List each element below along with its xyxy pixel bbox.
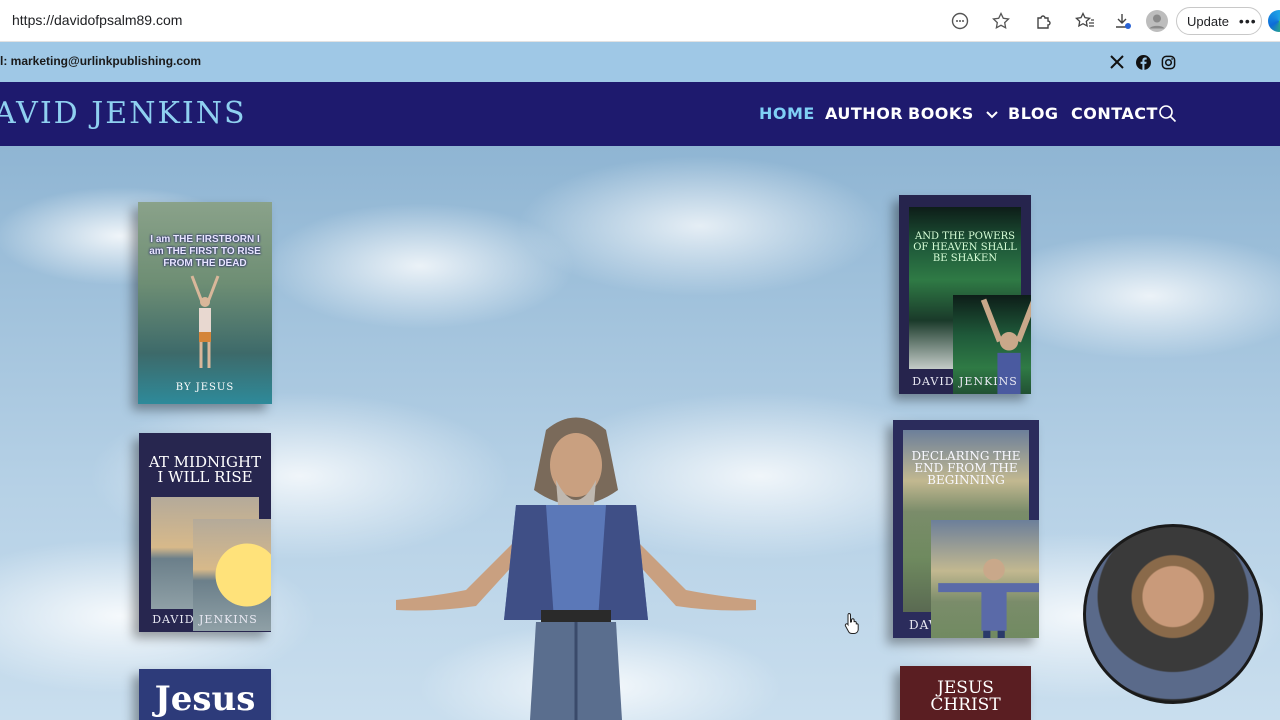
nav-books-label: BOOKS [908, 104, 974, 123]
nav-books[interactable]: BOOKS [908, 104, 998, 123]
book-title: AND THE POWERS OF HEAVEN SHALL BE SHAKEN [913, 231, 1017, 264]
downloads-icon[interactable] [1110, 9, 1134, 33]
profile-avatar-icon[interactable] [1145, 9, 1169, 33]
search-icon[interactable] [1158, 104, 1178, 124]
figure-arms-outstretched-icon [931, 520, 1039, 638]
reading-mode-icon[interactable] [948, 9, 972, 33]
update-label: Update [1187, 13, 1229, 29]
book-author: DAVID JENKINS [152, 613, 258, 626]
hand-cursor-icon [844, 612, 859, 634]
extensions-icon[interactable] [1032, 9, 1056, 33]
book-title: AT MIDNIGHT I WILL RISE [148, 453, 262, 486]
address-bar[interactable]: https://davidofpsalm89.com [12, 12, 182, 28]
author-photo [396, 417, 756, 720]
book-title: I am THE FIRSTBORN I am THE FIRST TO RIS… [149, 234, 261, 269]
facebook-icon[interactable] [1134, 53, 1152, 71]
contact-email[interactable]: l: marketing@urlinkpublishing.com [0, 54, 201, 68]
book-title: Jesus [154, 679, 256, 719]
nav-contact[interactable]: CONTACT [1071, 104, 1158, 123]
browser-toolbar: https://davidofpsalm89.com Update ••• [0, 0, 1280, 42]
edge-logo-icon [1268, 10, 1280, 32]
nav-home[interactable]: HOME [759, 104, 815, 123]
more-menu-icon[interactable]: ••• [1239, 13, 1257, 29]
top-info-bar: l: marketing@urlinkpublishing.com [0, 42, 1280, 82]
nav-blog[interactable]: BLOG [1008, 104, 1059, 123]
chevron-down-icon [986, 110, 998, 118]
main-navigation: AVID JENKINS HOME AUTHOR BOOKS BLOG CONT… [0, 82, 1280, 146]
book-title: JESUS CHRIST [930, 678, 1001, 715]
instagram-icon[interactable] [1159, 53, 1177, 71]
x-icon[interactable] [1108, 53, 1126, 71]
webcam-overlay [1083, 524, 1263, 704]
book-cover-powers-of-heaven[interactable]: AND THE POWERS OF HEAVEN SHALL BE SHAKEN… [899, 195, 1031, 394]
figure-arms-raised-icon [190, 275, 220, 368]
favorites-icon[interactable] [1073, 9, 1097, 33]
book-author: DAVID JENKINS [912, 375, 1018, 388]
book-cover-jesus[interactable]: Jesus [139, 669, 271, 720]
book-cover-at-midnight[interactable]: AT MIDNIGHT I WILL RISE DAVID JENKINS [139, 433, 271, 632]
favorite-star-icon[interactable] [989, 9, 1013, 33]
update-button[interactable]: Update ••• [1176, 7, 1262, 35]
book-author: BY JESUS [175, 382, 235, 393]
book-title: DECLARING THE END FROM THE BEGINNING [911, 449, 1021, 487]
book-cover-jesus-christ[interactable]: JESUS CHRIST [900, 666, 1031, 720]
site-title[interactable]: AVID JENKINS [0, 96, 247, 131]
book-cover-firstborn[interactable]: I am THE FIRSTBORN I am THE FIRST TO RIS… [138, 202, 272, 404]
book-cover-declaring-the-end[interactable]: DECLARING THE END FROM THE BEGINNING DAV… [893, 420, 1039, 638]
nav-author[interactable]: AUTHOR [825, 104, 903, 123]
